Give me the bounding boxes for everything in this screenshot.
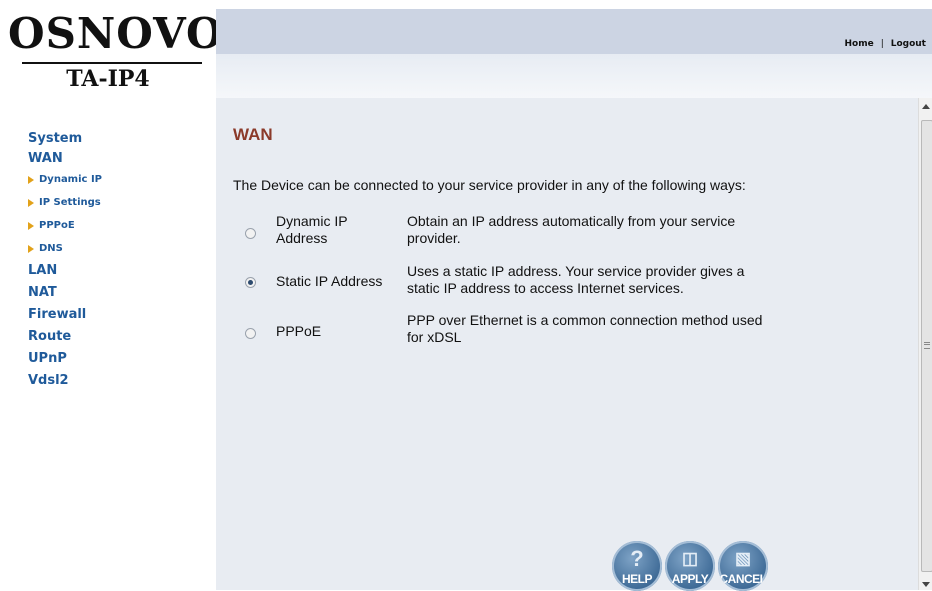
cancel-label: CANCEL (719, 572, 768, 586)
sidebar-item-firewall[interactable]: Firewall (28, 304, 102, 326)
sidebar-subitem-label: IP Settings (39, 197, 101, 208)
option-pppoe: PPPoE PPP over Ethernet is a common conn… (216, 311, 918, 355)
option-label: PPPoE (276, 323, 322, 339)
option-description: PPP over Ethernet is a common connection… (407, 312, 763, 345)
option-label: Static IP Address (276, 273, 383, 289)
logo-divider (22, 62, 202, 64)
sidebar-item-route[interactable]: Route (28, 326, 102, 348)
arrow-right-icon (28, 221, 34, 230)
intro-text: The Device can be connected to your serv… (233, 177, 746, 193)
help-label: HELP (621, 572, 653, 586)
vertical-scrollbar[interactable] (918, 98, 932, 590)
sidebar-subitem-ip-settings[interactable]: IP Settings (28, 191, 102, 214)
arrow-right-icon (28, 175, 34, 184)
sidebar-subitem-pppoe[interactable]: PPPoE (28, 214, 102, 237)
page-title: WAN (233, 125, 273, 144)
arrow-right-icon (28, 198, 34, 207)
header-links: Home | Logout (844, 39, 926, 49)
sidebar-item-system[interactable]: System (28, 128, 102, 150)
apply-label: APPLY (671, 572, 709, 586)
sidebar-subitem-dns[interactable]: DNS (28, 237, 102, 260)
radio-dynamic-ip[interactable] (245, 228, 256, 239)
scrollbar-thumb[interactable] (921, 120, 932, 572)
scroll-down-arrow-icon[interactable] (922, 582, 930, 587)
help-button[interactable]: ? HELP (612, 541, 662, 591)
action-buttons: ? HELP ◫ APPLY ▧ CANCEL (612, 541, 777, 591)
option-description: Uses a static IP address. Your service p… (407, 263, 745, 296)
home-link[interactable]: Home (844, 39, 873, 49)
grip-icon (924, 342, 930, 349)
sidebar-item-nat[interactable]: NAT (28, 282, 102, 304)
sidebar-item-upnp[interactable]: UPnP (28, 348, 102, 370)
header-bar: Home | Logout (216, 9, 932, 54)
sidebar-subitem-label: Dynamic IP (39, 174, 102, 185)
question-icon: ? (630, 546, 644, 571)
apply-button[interactable]: ◫ APPLY (665, 541, 715, 591)
save-icon: ◫ (681, 549, 699, 568)
logout-link[interactable]: Logout (891, 39, 926, 49)
logo-brand: OSNOVO (8, 9, 224, 58)
sidebar-nav: System WAN Dynamic IP IP Settings PPPoE … (28, 128, 102, 392)
sidebar: OSNOVO TA-IP4 System WAN Dynamic IP IP S… (0, 0, 224, 590)
trash-icon: ▧ (734, 549, 752, 568)
sidebar-subitem-dynamic-ip[interactable]: Dynamic IP (28, 168, 102, 191)
radio-pppoe[interactable] (245, 328, 256, 339)
main-content: WAN The Device can be connected to your … (216, 98, 918, 591)
sidebar-subitem-label: DNS (39, 243, 63, 254)
sidebar-item-lan[interactable]: LAN (28, 260, 102, 282)
logo-model: TA-IP4 (66, 66, 150, 92)
sidebar-subitem-label: PPPoE (39, 220, 75, 231)
header-link-separator: | (880, 39, 884, 49)
option-label: Dynamic IP Address (276, 213, 348, 246)
option-static-ip: Static IP Address Uses a static IP addre… (216, 262, 918, 306)
cancel-button[interactable]: ▧ CANCEL (718, 541, 768, 591)
scroll-up-arrow-icon[interactable] (922, 104, 930, 109)
option-description: Obtain an IP address automatically from … (407, 213, 736, 246)
arrow-right-icon (28, 244, 34, 253)
header-band (216, 54, 932, 98)
option-dynamic-ip: Dynamic IP Address Obtain an IP address … (216, 211, 918, 255)
radio-static-ip[interactable] (245, 277, 256, 288)
sidebar-item-vdsl2[interactable]: Vdsl2 (28, 370, 102, 392)
sidebar-item-wan[interactable]: WAN (28, 150, 102, 168)
